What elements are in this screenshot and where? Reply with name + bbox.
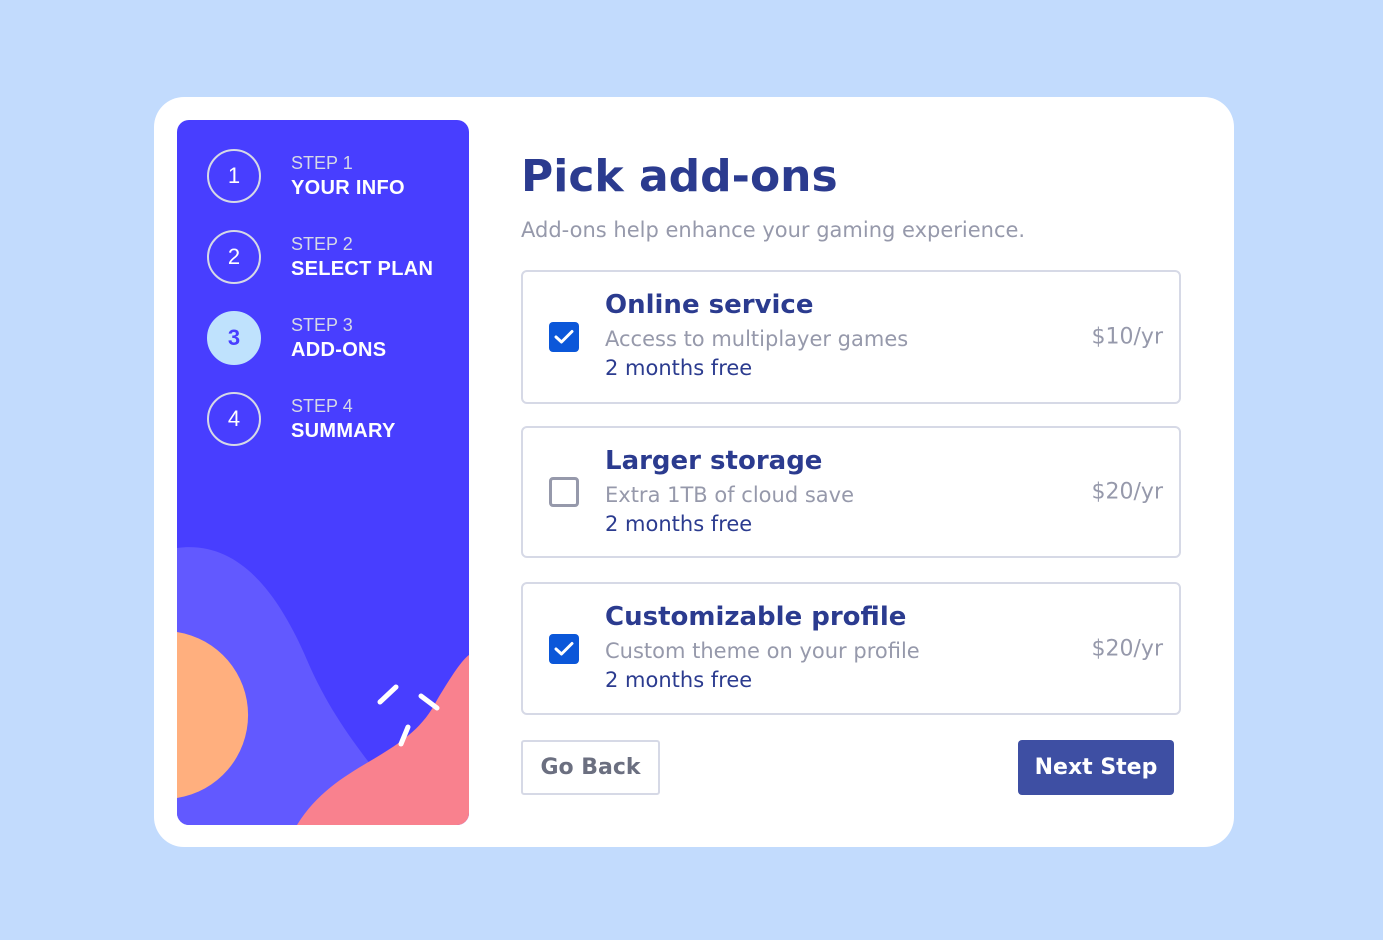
- checkmark-icon: [554, 641, 574, 655]
- addon-name: Customizable profile: [605, 602, 907, 632]
- addon-description: Custom theme on your profile: [605, 639, 920, 663]
- addon-name: Larger storage: [605, 446, 823, 476]
- addon-larger-storage[interactable]: Larger storage Extra 1TB of cloud save 2…: [521, 426, 1181, 558]
- checkmark-icon: [554, 330, 574, 344]
- addon-checkbox[interactable]: [549, 322, 579, 352]
- addon-price: $20/yr: [1091, 636, 1163, 661]
- step-4: 4 STEP 4 SUMMARY: [207, 392, 467, 446]
- go-back-button[interactable]: Go Back: [521, 740, 660, 795]
- addon-customizable-profile[interactable]: Customizable profile Custom theme on you…: [521, 582, 1181, 715]
- addon-promo: 2 months free: [605, 512, 753, 536]
- page-title: Pick add-ons: [521, 151, 838, 202]
- step-label: STEP 4: [291, 396, 353, 416]
- step-name: SUMMARY: [291, 420, 396, 442]
- step-1: 1 STEP 1 YOUR INFO: [207, 149, 467, 203]
- step-sidebar: 1 STEP 1 YOUR INFO 2 STEP 2 SELECT PLAN …: [177, 120, 469, 825]
- step-name: YOUR INFO: [291, 177, 405, 199]
- step-number: 1: [207, 149, 261, 203]
- addons-panel: Pick add-ons Add-ons help enhance your g…: [521, 97, 1181, 847]
- addon-price: $20/yr: [1091, 479, 1163, 505]
- addon-checkbox[interactable]: [549, 477, 579, 507]
- addon-checkbox[interactable]: [549, 633, 579, 664]
- step-label: STEP 2: [291, 234, 353, 254]
- step-label: STEP 3: [291, 315, 353, 335]
- form-card: 1 STEP 1 YOUR INFO 2 STEP 2 SELECT PLAN …: [154, 97, 1234, 847]
- step-number-active: 3: [207, 311, 261, 365]
- addon-promo: 2 months free: [605, 668, 753, 692]
- step-number: 2: [207, 230, 261, 284]
- step-name: ADD-ONS: [291, 339, 387, 361]
- step-number: 4: [207, 392, 261, 446]
- addon-description: Access to multiplayer games: [605, 327, 909, 351]
- step-2: 2 STEP 2 SELECT PLAN: [207, 230, 467, 284]
- addon-promo: 2 months free: [605, 356, 753, 380]
- addon-description: Extra 1TB of cloud save: [605, 483, 854, 507]
- page-subtitle: Add-ons help enhance your gaming experie…: [521, 218, 1026, 242]
- next-step-button[interactable]: Next Step: [1018, 740, 1174, 795]
- sidebar-decoration: [177, 547, 469, 825]
- step-label: STEP 1: [291, 153, 353, 173]
- addon-online-service[interactable]: Online service Access to multiplayer gam…: [521, 270, 1181, 404]
- step-name: SELECT PLAN: [291, 258, 434, 280]
- step-3: 3 STEP 3 ADD-ONS: [207, 311, 467, 365]
- addon-price: $10/yr: [1091, 324, 1163, 350]
- addon-name: Online service: [605, 290, 814, 320]
